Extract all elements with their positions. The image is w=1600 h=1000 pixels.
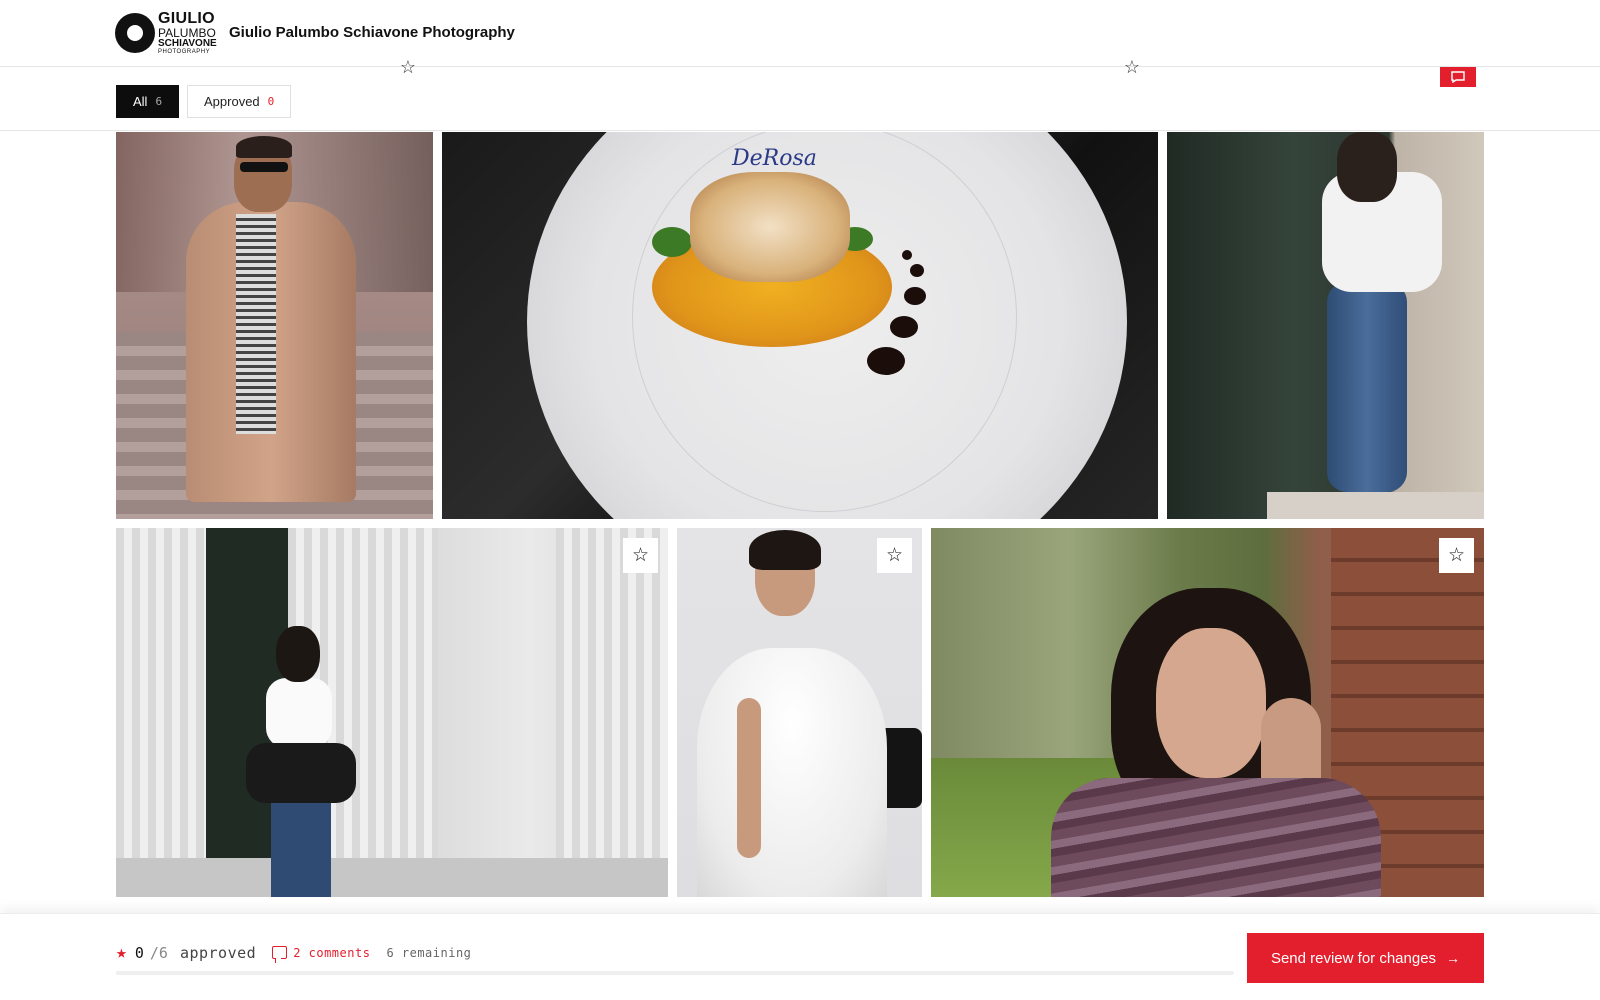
tab-label: All — [133, 94, 148, 109]
approved-count: 0 — [134, 943, 144, 962]
photo-subject — [1327, 282, 1407, 492]
remaining-label: 6 remaining — [386, 945, 472, 960]
photo-subject — [240, 162, 288, 172]
photo-subject — [271, 793, 331, 897]
photo-woman-columns[interactable]: ☆ — [116, 528, 668, 897]
star-filled-icon: ★ — [116, 942, 127, 963]
review-stats: ★ 0 /6 approved 2 comments 6 remaining — [116, 942, 471, 963]
photo-subject — [697, 648, 887, 897]
photo-plated-dish[interactable]: DeRosa — [442, 132, 1158, 519]
comment-icon — [1451, 71, 1465, 83]
photo-subject — [276, 626, 320, 682]
photo-background — [1267, 492, 1484, 519]
sauce-dot — [910, 264, 924, 277]
photo-subject — [749, 530, 821, 570]
photo-bride[interactable]: ☆ — [677, 528, 922, 897]
tab-all[interactable]: All 6 — [116, 85, 180, 118]
star-outline-icon[interactable]: ☆ — [396, 57, 420, 77]
photo-woman-brick-wall[interactable]: ☆ — [931, 528, 1484, 897]
sauce-dot — [902, 250, 912, 260]
review-footer: ★ 0 /6 approved 2 comments 6 remaining S… — [0, 913, 1600, 1000]
photo-column — [116, 528, 206, 897]
logo-line-1: GIULIO — [158, 10, 215, 27]
total-count: /6 — [149, 943, 168, 962]
photo-subject — [1337, 132, 1397, 202]
star-outline-icon[interactable]: ☆ — [623, 538, 658, 573]
photo-subject — [236, 136, 292, 158]
send-review-button[interactable]: Send review for changes → — [1247, 933, 1484, 983]
site-title: Giulio Palumbo Schiavone Photography — [229, 24, 515, 41]
star-outline-icon[interactable]: ☆ — [877, 538, 912, 573]
sauce-dot — [904, 287, 926, 305]
logo-wordmark: GIULIO PALUMBO SCHIAVONE PHOTOGRAPHY — [158, 10, 217, 56]
tab-label: Approved — [204, 94, 260, 109]
photo-subject — [737, 698, 761, 858]
photo-subject — [690, 172, 850, 282]
plate-brand-text: DeRosa — [732, 146, 817, 171]
comments-link[interactable]: 2 comments — [293, 946, 370, 960]
photo-woman-white-shirt[interactable] — [1167, 132, 1484, 519]
photo-subject — [246, 618, 356, 897]
logo-line-4: PHOTOGRAPHY — [158, 49, 211, 55]
photo-subject — [1156, 628, 1266, 778]
filter-bar: All 6 Approved 0 — [0, 67, 1600, 131]
photo-background — [116, 858, 668, 897]
photo-subject — [652, 227, 692, 257]
aperture-logo-icon — [115, 13, 155, 53]
comment-indicator[interactable] — [1440, 67, 1476, 87]
site-logo[interactable]: GIULIO PALUMBO SCHIAVONE PHOTOGRAPHY — [115, 10, 217, 56]
photo-column — [556, 528, 668, 897]
photo-subject — [246, 743, 356, 803]
arrow-right-icon: → — [1446, 950, 1461, 966]
tab-approved[interactable]: Approved 0 — [187, 85, 292, 118]
approval-progress-bar — [116, 971, 1234, 975]
star-outline-icon[interactable]: ☆ — [1439, 538, 1474, 573]
star-outline-icon[interactable]: ☆ — [1120, 57, 1144, 77]
photo-subject — [1051, 778, 1381, 897]
photo-subject — [266, 678, 332, 748]
photo-man-camel-coat[interactable] — [116, 132, 433, 519]
logo-line-3: SCHIAVONE — [158, 38, 217, 49]
tab-count: 6 — [155, 95, 163, 108]
sauce-dot — [867, 347, 905, 375]
comment-icon[interactable] — [272, 946, 288, 963]
send-review-label: Send review for changes — [1270, 949, 1437, 967]
tab-count: 0 — [267, 95, 275, 108]
photo-subject — [236, 214, 276, 434]
approved-label: approved — [179, 943, 257, 962]
sauce-dot — [890, 316, 918, 338]
site-header: GIULIO PALUMBO SCHIAVONE PHOTOGRAPHY Giu… — [0, 0, 1600, 67]
